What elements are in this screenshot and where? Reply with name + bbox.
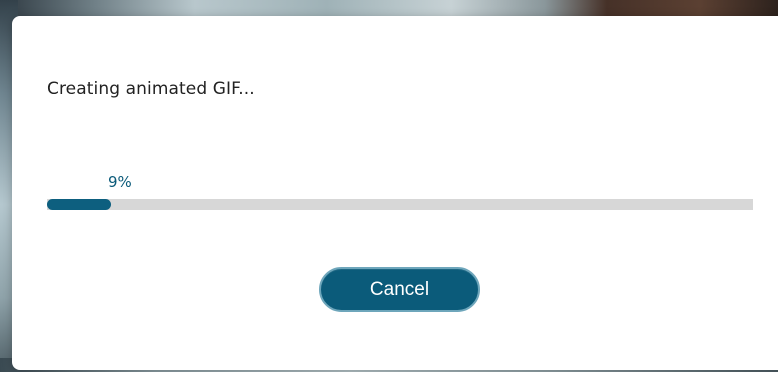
dialog-title: Creating animated GIF... (47, 79, 255, 99)
progress-bar-fill (47, 199, 111, 210)
cancel-button[interactable]: Cancel (319, 267, 480, 312)
progress-bar (47, 199, 753, 210)
progress-percent-label: 9% (108, 173, 132, 191)
gif-progress-dialog: Creating animated GIF... 9% Cancel (12, 16, 778, 370)
